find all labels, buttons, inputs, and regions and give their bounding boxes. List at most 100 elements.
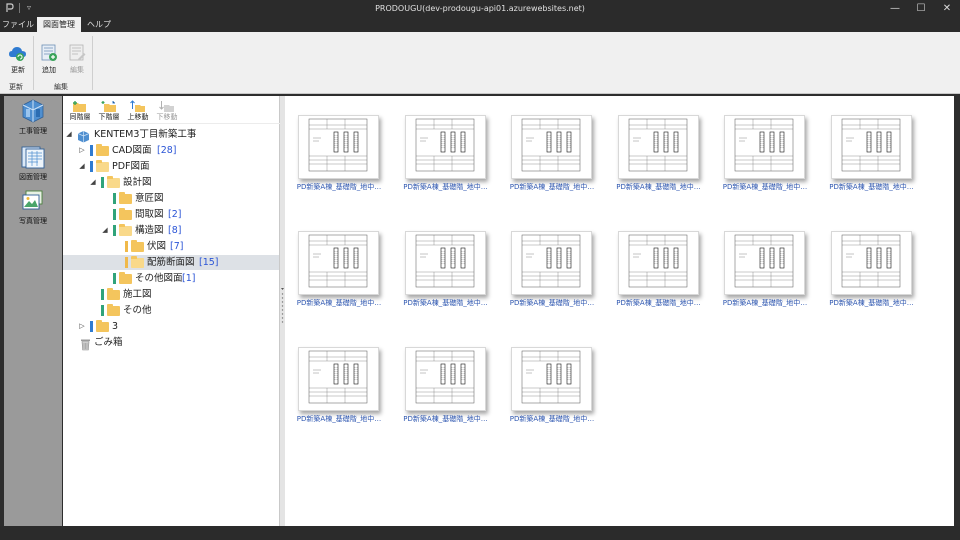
drawing-thumbnail[interactable]: PD新築A棟_基礎階_地中… [297,231,382,315]
left-navigation: 工事管理 図面管理 写真管理 [4,96,62,526]
nav-drawing-management[interactable]: 図面管理 [4,142,62,188]
drawing-preview-image[interactable] [724,115,805,179]
drawing-preview-image[interactable] [617,231,699,295]
minimize-button[interactable]: — [882,0,908,17]
nav-photo-label: 写真管理 [19,217,47,225]
tree-item-cad[interactable]: ▷ CAD図面 [28] [63,143,279,158]
folder-icon [119,208,132,220]
drawing-preview-image[interactable] [511,115,592,179]
collapse-arrow-icon[interactable]: ◢ [78,161,86,171]
edit-button[interactable]: 編集 [62,34,92,78]
drawing-preview-image[interactable] [404,347,486,411]
drawing-preview-image[interactable] [298,115,379,179]
tree-item-label: 伏図 [147,241,167,252]
tree-item-label: その他図面 [135,273,183,284]
drawing-preview-image[interactable] [830,231,912,295]
folder-icon [119,272,132,284]
add-drawing-icon [39,44,59,62]
drawing-thumbnail-grid: PD新築A棟_基礎階_地中… PD新築A棟_基礎階_地中… PD新築A棟_基礎階… [285,96,954,526]
drawing-preview-image[interactable] [617,115,699,179]
construction-management-icon [20,98,46,124]
drawing-thumbnail[interactable]: PD新築A棟_基礎階_地中… [829,231,915,315]
maximize-button[interactable]: ☐ [908,0,934,17]
drawing-preview-image[interactable] [298,347,379,411]
drawing-thumbnail[interactable]: PD新築A棟_基礎階_地中… [616,115,702,199]
drawing-file-name: PD新築A棟_基礎階_地中… [829,299,914,307]
drawing-thumbnail[interactable]: PD新築A棟_基礎階_地中… [510,115,595,199]
drawing-thumbnail[interactable]: PD新築A棟_基礎階_地中… [616,231,702,315]
folder-icon [107,288,120,300]
drawing-preview-image[interactable] [724,231,805,295]
tree-item-architectural[interactable]: 意匠図 [63,191,279,206]
drawing-thumbnail[interactable]: PD新築A棟_基礎階_地中… [403,231,489,315]
drawing-thumbnail[interactable]: PD新築A棟_基礎階_地中… [297,347,382,431]
drawing-thumbnail[interactable]: PD新築A棟_基礎階_地中… [723,231,808,315]
tab-file[interactable]: ファイル [0,17,36,32]
tree-item-label: 意匠図 [135,193,164,204]
folder-open-icon [131,256,144,268]
tree-item-design[interactable]: ◢ 設計図 [63,175,279,190]
drawing-thumbnail[interactable]: PD新築A棟_基礎階_地中… [510,347,595,431]
tree-item-count: [1] [182,273,196,284]
nav-construction-management[interactable]: 工事管理 [4,96,62,142]
refresh-button[interactable]: 更新 [3,34,33,78]
window-title: PRODOUGU(dev-prodougu-api01.azurewebsite… [375,4,585,13]
nav-photo-management[interactable]: 写真管理 [4,186,62,232]
tree-item-label: ごみ箱 [94,337,123,348]
drawing-thumbnail[interactable]: PD新築A棟_基礎階_地中… [829,115,915,199]
add-lower-level-button[interactable]: 下階層 [94,97,124,123]
tree-item-construction-drawings[interactable]: 施工図 [63,287,279,302]
drawing-preview-image[interactable] [830,115,912,179]
tree-item-other[interactable]: その他 [63,303,279,318]
drawing-preview-image[interactable] [298,231,379,295]
folder-icon [96,144,109,156]
drawing-thumbnail[interactable]: PD新築A棟_基礎階_地中… [403,115,489,199]
drawing-file-name: PD新築A棟_基礎階_地中… [296,183,382,191]
tree-item-floorplan[interactable]: 間取図 [2] [63,207,279,222]
folder-icon [96,320,109,332]
move-up-button[interactable]: 上移動 [123,97,153,123]
folder-open-icon [107,176,120,188]
tree-item-project[interactable]: ◢ KENTEM3丁目新築工事 [63,127,279,143]
tree-item-trash[interactable]: ごみ箱 [63,335,279,351]
expand-arrow-icon[interactable]: ▷ [78,145,86,155]
drawing-file-name: PD新築A棟_基礎階_地中… [616,299,701,307]
tree-item-pdf[interactable]: ◢ PDF図面 [63,159,279,174]
close-button[interactable]: ✕ [934,0,960,17]
drawing-file-name: PD新築A棟_基礎階_地中… [722,299,808,307]
tab-help[interactable]: ヘルプ [83,17,115,32]
category-color-bar [101,177,104,188]
drawing-file-name: PD新築A棟_基礎階_地中… [403,183,488,191]
collapse-arrow-icon[interactable]: ◢ [89,177,97,187]
category-color-bar [125,257,128,268]
drawing-preview-image[interactable] [511,231,592,295]
nav-construction-label: 工事管理 [19,127,47,135]
drawing-thumbnail[interactable]: PD新築A棟_基礎階_地中… [723,115,808,199]
category-color-bar [113,225,116,236]
expand-arrow-icon[interactable]: ▷ [78,321,86,331]
drawing-preview-image[interactable] [404,115,486,179]
collapse-arrow-icon[interactable]: ◢ [65,129,73,139]
app-window: ▿ PRODOUGU(dev-prodougu-api01.azurewebsi… [0,0,960,540]
drawing-thumbnail[interactable]: PD新築A棟_基礎階_地中… [510,231,595,315]
tab-drawing-management[interactable]: 図面管理 [37,17,81,32]
splitter-grip-icon[interactable] [281,288,284,328]
drawing-preview-image[interactable] [404,231,486,295]
tree-item-structural[interactable]: ◢ 構造図 [8] [63,223,279,238]
drawing-file-name: PD新築A棟_基礎階_地中… [616,183,701,191]
tree-item-3[interactable]: ▷ 3 [63,319,279,334]
add-same-level-button[interactable]: 同階層 [65,97,95,123]
tree-item-rebar-section[interactable]: 配筋断面図 [15] [63,255,279,270]
lower-level-label: 下階層 [98,113,120,121]
tree-item-framing[interactable]: 伏図 [7] [63,239,279,254]
tree-item-other-drawings[interactable]: その他図面 [1] [63,271,279,286]
status-bar [0,526,960,540]
drawing-thumbnail[interactable]: PD新築A棟_基礎階_地中… [297,115,382,199]
collapse-arrow-icon[interactable]: ◢ [101,225,109,235]
drawing-management-icon [20,144,46,170]
category-color-bar [90,145,93,156]
drawing-thumbnail[interactable]: PD新築A棟_基礎階_地中… [403,347,489,431]
drawing-preview-image[interactable] [511,347,592,411]
add-button[interactable]: 追加 [34,34,64,78]
move-down-button[interactable]: 下移動 [152,97,182,123]
